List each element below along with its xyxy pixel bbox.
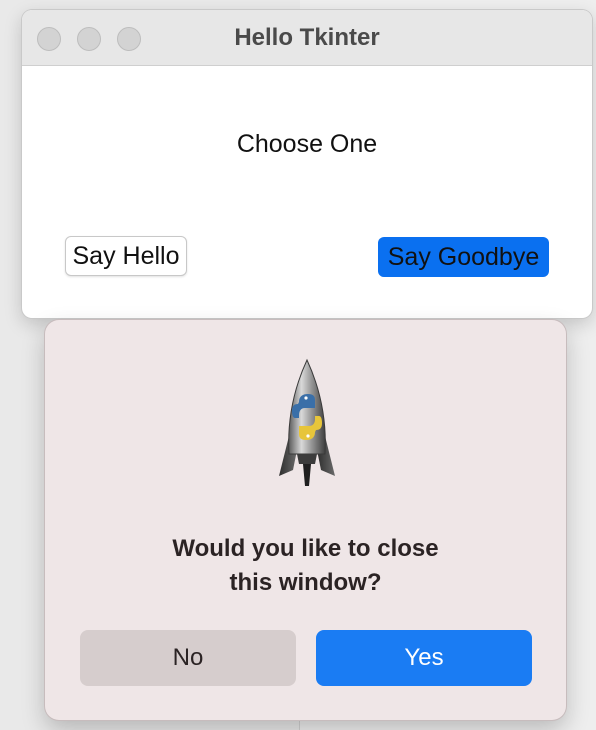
say-goodbye-button[interactable]: Say Goodbye <box>378 237 549 277</box>
window-title: Hello Tkinter <box>234 24 380 51</box>
prompt-label: Choose One <box>236 130 378 158</box>
no-button[interactable]: No <box>80 630 296 686</box>
dialog-message: Would you like to close this window? <box>45 532 566 600</box>
yes-button[interactable]: Yes <box>316 630 532 686</box>
main-window: Hello Tkinter Choose One Say Hello Say G… <box>22 10 592 318</box>
python-launcher-rocket-icon <box>279 358 335 486</box>
dialog-message-line-1: Would you like to close <box>172 535 439 562</box>
dialog-message-line-2: this window? <box>229 569 382 596</box>
say-hello-button[interactable]: Say Hello <box>65 236 187 276</box>
confirm-dialog: Would you like to close this window? No … <box>45 320 566 720</box>
title-bar[interactable]: Hello Tkinter <box>22 10 592 66</box>
